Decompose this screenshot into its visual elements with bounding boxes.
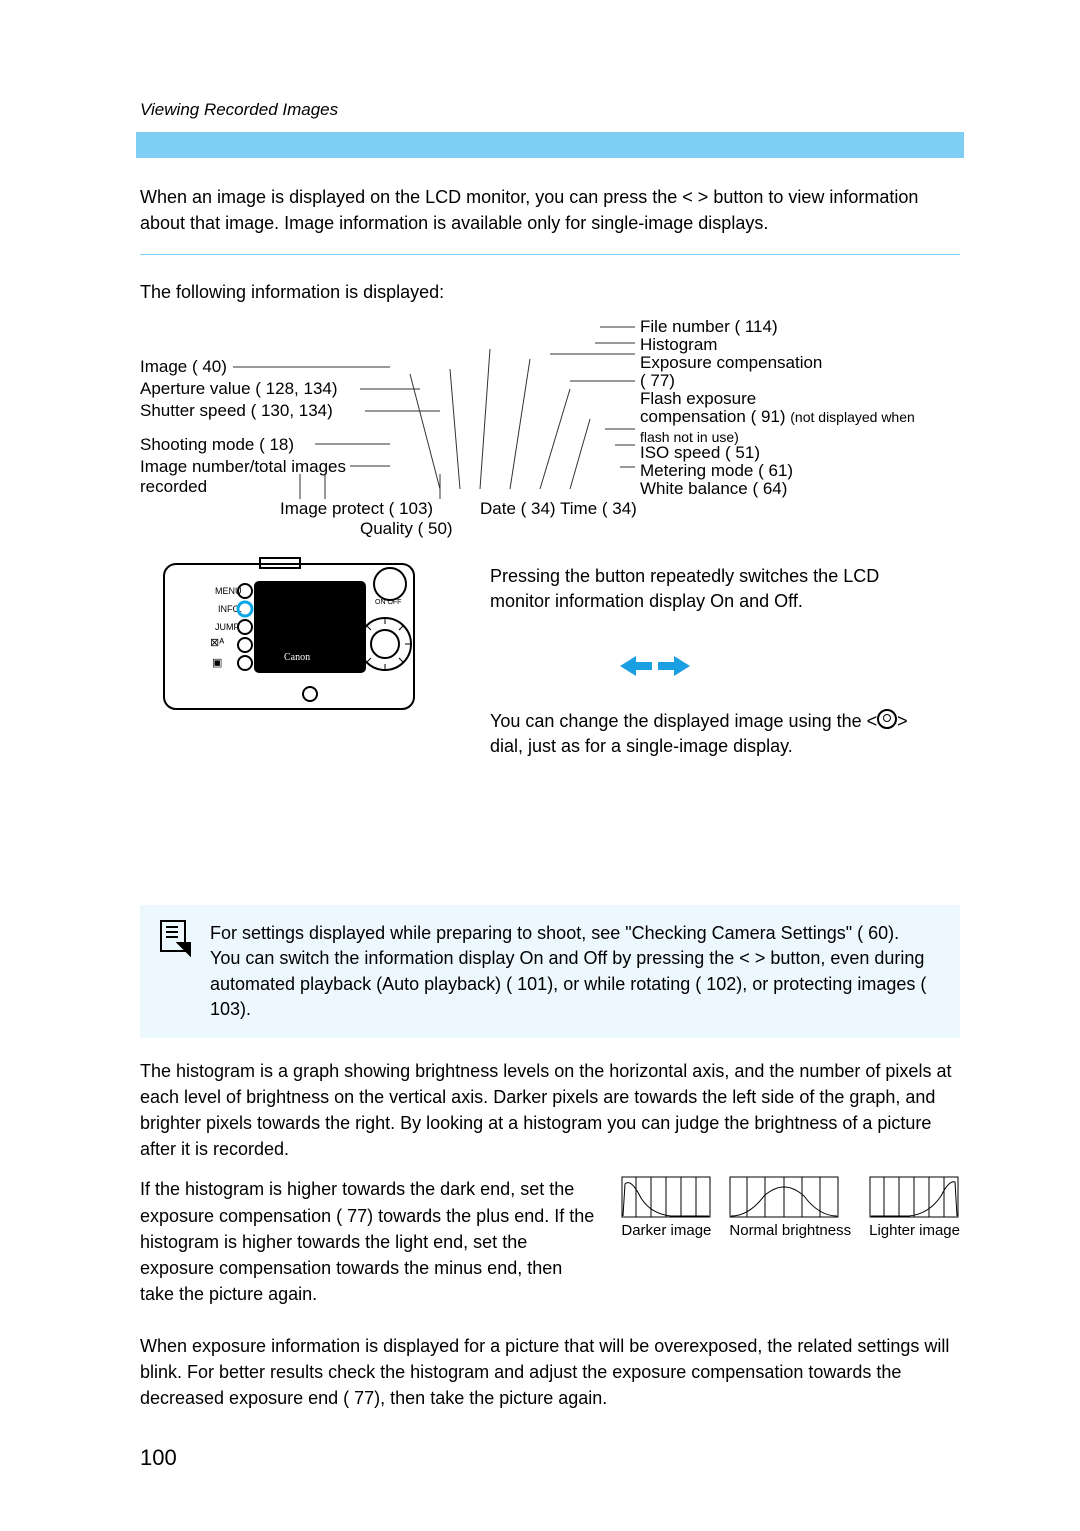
- side-text-toggle: Pressing the button repeatedly switches …: [490, 564, 940, 614]
- label-flash-exp-2: compensation ( 91) (not displayed when f…: [640, 407, 940, 447]
- note-icon: [158, 919, 192, 964]
- svg-text:Canon: Canon: [284, 652, 310, 663]
- label-imgnum-1: Image number/total images: [140, 457, 346, 477]
- svg-text:▣: ▣: [212, 657, 222, 669]
- svg-text:JUMP: JUMP: [215, 622, 240, 632]
- label-metering: Metering mode ( 61): [640, 461, 793, 481]
- section-bar: [136, 132, 964, 158]
- label-file-number: File number ( 114): [640, 317, 778, 337]
- note-line-1: For settings displayed while preparing t…: [210, 921, 942, 946]
- breadcrumb: Viewing Recorded Images: [140, 100, 960, 120]
- label-white-balance: White balance ( 64): [640, 479, 787, 499]
- separator: [140, 254, 960, 255]
- overexposure-paragraph: When exposure information is displayed f…: [140, 1333, 960, 1411]
- label-flash-exp-1: Flash exposure: [640, 389, 756, 409]
- label-aperture: Aperture value ( 128, 134): [140, 379, 338, 399]
- note-box: For settings displayed while preparing t…: [140, 905, 960, 1038]
- label-exp-comp-ref: ( 77): [640, 371, 675, 391]
- note-line-2: You can switch the information display O…: [210, 946, 942, 1022]
- label-exp-comp: Exposure compensation: [640, 353, 822, 373]
- page-number: 100: [140, 1425, 960, 1471]
- hist-lighter: Lighter image: [869, 1176, 960, 1239]
- intro-paragraph: When an image is displayed on the LCD mo…: [140, 184, 960, 236]
- label-iso: ISO speed ( 51): [640, 443, 760, 463]
- label-image: Image ( 40): [140, 357, 227, 377]
- svg-text:⊠ᴬ: ⊠ᴬ: [210, 637, 224, 649]
- svg-text:ON OFF: ON OFF: [375, 599, 401, 606]
- histogram-paragraph: The histogram is a graph showing brightn…: [140, 1058, 960, 1162]
- svg-text:INFO.: INFO.: [218, 604, 242, 614]
- histogram-examples: Darker image Normal brightness: [621, 1176, 960, 1239]
- following-info-text: The following information is displayed:: [140, 279, 960, 305]
- side-text-dial: You can change the displayed image using…: [490, 709, 940, 759]
- label-shutter: Shutter speed ( 130, 134): [140, 401, 333, 421]
- label-shooting-mode: Shooting mode ( 18): [140, 435, 294, 455]
- hist-normal: Normal brightness: [729, 1176, 851, 1239]
- dial-icon: [877, 709, 897, 729]
- label-image-protect: Image protect ( 103): [280, 499, 433, 519]
- svg-text:MENU: MENU: [215, 586, 242, 596]
- label-imgnum-2: recorded: [140, 477, 207, 497]
- info-display-diagram: Image ( 40) Aperture value ( 128, 134) S…: [140, 319, 960, 899]
- label-histogram: Histogram: [640, 335, 717, 355]
- camera-illustration: MENU INFO. JUMP: [160, 554, 420, 724]
- histogram-paragraph-2: If the histogram is higher towards the d…: [140, 1176, 597, 1306]
- hist-darker: Darker image: [621, 1176, 711, 1239]
- label-date-time: Date ( 34) Time ( 34): [480, 499, 637, 519]
- label-quality: Quality ( 50): [360, 519, 453, 539]
